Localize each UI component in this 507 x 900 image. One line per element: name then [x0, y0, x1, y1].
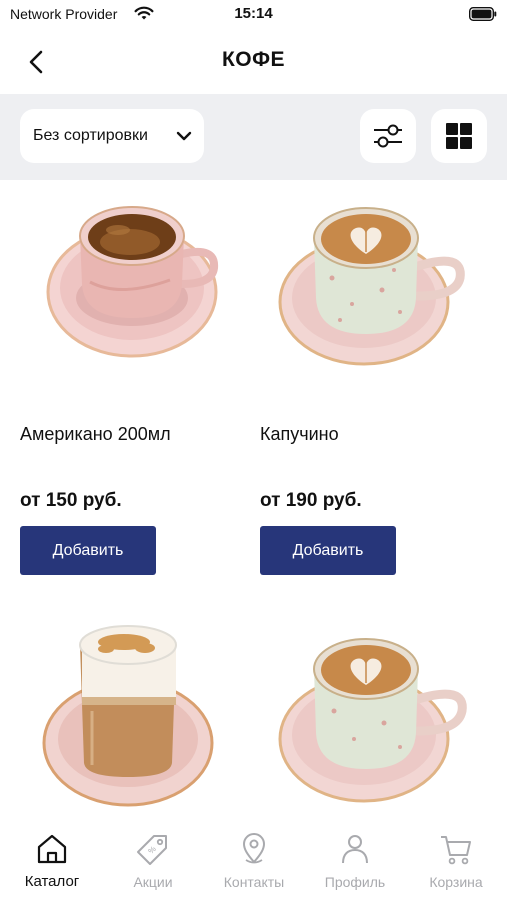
nav-bar: КОФЕ: [0, 30, 507, 94]
tab-label: Корзина: [429, 874, 483, 890]
user-icon: [342, 835, 368, 864]
toolbar: Без сортировки: [0, 94, 507, 180]
product-price: от 190 руб.: [260, 490, 362, 511]
tab-catalog[interactable]: Каталог: [2, 818, 102, 900]
cappuccino-cup-image: [278, 638, 467, 803]
cappuccino-cup-image: [278, 207, 465, 366]
tab-label: Каталог: [24, 873, 80, 890]
tab-label: Профиль: [324, 874, 386, 890]
battery-icon: [469, 7, 497, 21]
filter-button[interactable]: [360, 109, 416, 163]
cart-icon: [441, 836, 471, 865]
tab-bar: Каталог % Акции Контакты Профиль Корзина: [0, 818, 507, 900]
tab-promotions[interactable]: % Акции: [103, 818, 203, 900]
chevron-down-icon: [176, 131, 192, 141]
sliders-icon: [374, 124, 402, 148]
status-time: 15:14: [234, 5, 273, 22]
product-card[interactable]: [20, 615, 246, 818]
sort-select[interactable]: Без сортировки: [20, 109, 204, 163]
latte-glass-image: [42, 625, 214, 807]
tab-label: Контакты: [223, 874, 285, 890]
tag-icon: %: [137, 835, 167, 865]
tab-label: Акции: [133, 874, 173, 890]
tab-profile[interactable]: Профиль: [305, 818, 405, 900]
product-card[interactable]: Капучино от 190 руб. Добавить: [260, 186, 486, 576]
svg-text:%: %: [146, 844, 157, 855]
add-to-cart-button[interactable]: Добавить: [260, 526, 396, 575]
grid-view-button[interactable]: [431, 109, 487, 163]
grid-icon: [446, 123, 472, 149]
sort-label: Без сортировки: [33, 127, 148, 144]
home-icon: [37, 834, 67, 864]
add-to-cart-button[interactable]: Добавить: [20, 526, 156, 575]
product-price: от 150 руб.: [20, 490, 122, 511]
product-name: Капучино: [260, 424, 339, 444]
tab-cart[interactable]: Корзина: [406, 818, 506, 900]
tab-contacts[interactable]: Контакты: [204, 818, 304, 900]
americano-cup-image: [46, 206, 219, 358]
status-bar: Network Provider 15:14: [0, 0, 507, 30]
map-pin-icon: [243, 833, 265, 864]
page-title: КОФЕ: [221, 48, 286, 71]
product-card[interactable]: [260, 615, 486, 818]
product-name: Американо 200мл: [20, 424, 171, 444]
product-card[interactable]: Американо 200мл от 150 руб. Добавить: [20, 186, 246, 576]
